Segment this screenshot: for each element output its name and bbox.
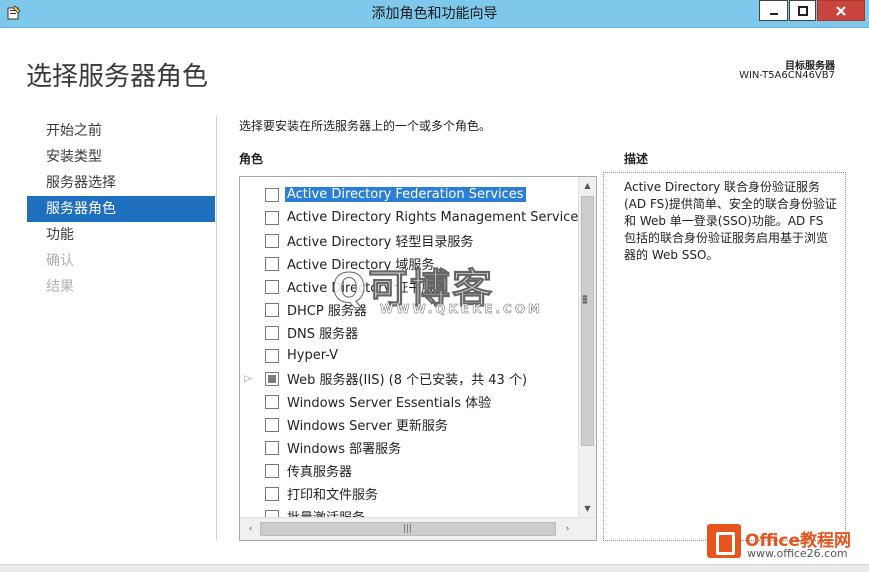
role-row[interactable]: Windows Server 更新服务	[240, 413, 578, 436]
role-checkbox[interactable]	[265, 210, 279, 225]
roles-header: 角色	[239, 152, 264, 166]
role-row[interactable]: DNS 服务器	[240, 321, 578, 344]
office-logo-icon	[707, 524, 741, 558]
role-row[interactable]: Windows Server Essentials 体验	[240, 390, 578, 413]
role-row[interactable]: Active Directory Rights Management Servi…	[240, 206, 578, 229]
role-checkbox[interactable]	[265, 509, 279, 517]
role-label[interactable]: Active Directory Federation Services	[285, 187, 526, 202]
grip-icon: ▬ ▬ ▬	[582, 293, 588, 306]
role-row[interactable]: Active Directory 轻型目录服务	[240, 229, 578, 252]
scroll-right-arrow-icon[interactable]: ›	[559, 521, 576, 538]
role-checkbox[interactable]	[265, 256, 279, 271]
description-panel: Active Directory 联合身份验证服务(AD FS)提供简单、安全的…	[603, 172, 846, 541]
role-checkbox[interactable]	[265, 279, 279, 294]
office-watermark-url: www.office26.com	[747, 547, 848, 560]
role-label[interactable]: DNS 服务器	[287, 323, 358, 342]
role-label[interactable]: Windows 部署服务	[287, 438, 401, 457]
role-checkbox[interactable]	[265, 187, 279, 202]
target-server-name: WIN-T5A6CN46VB7	[739, 70, 835, 81]
instruction-text: 选择要安装在所选服务器上的一个或多个角色。	[239, 119, 492, 133]
role-checkbox[interactable]	[265, 417, 279, 432]
role-row[interactable]: 批量激活服务	[240, 505, 578, 517]
role-label[interactable]: Active Directory 轻型目录服务	[287, 231, 473, 250]
minimize-icon	[769, 12, 778, 15]
maximize-button[interactable]	[789, 0, 816, 21]
horizontal-scroll-thumb[interactable]: |||	[260, 522, 556, 536]
description-header: 描述	[624, 152, 649, 166]
close-button[interactable]	[817, 0, 865, 21]
role-checkbox[interactable]	[265, 302, 279, 317]
role-label[interactable]: 传真服务器	[287, 461, 352, 480]
role-label[interactable]: Windows Server Essentials 体验	[287, 392, 491, 411]
wizard-nav: 开始之前 安装类型 服务器选择 服务器角色 功能 确认 结果	[27, 118, 215, 300]
vertical-scroll-thumb[interactable]	[581, 196, 594, 446]
nav-item-server-roles[interactable]: 服务器角色	[27, 196, 215, 222]
role-label[interactable]: 打印和文件服务	[287, 484, 378, 503]
role-checkbox[interactable]	[265, 371, 279, 386]
role-label[interactable]: Active Directory Rights Management Servi…	[287, 210, 578, 225]
role-checkbox[interactable]	[265, 440, 279, 455]
role-checkbox[interactable]	[265, 463, 279, 478]
role-checkbox[interactable]	[265, 394, 279, 409]
role-row[interactable]: Windows 部署服务	[240, 436, 578, 459]
nav-divider	[216, 116, 217, 540]
scroll-left-arrow-icon[interactable]: ‹	[242, 521, 259, 538]
window-bottom-edge	[0, 564, 869, 572]
vertical-scrollbar[interactable]: ▲ ▬ ▬ ▬ ▼	[578, 177, 596, 517]
role-label[interactable]: Hyper-V	[287, 348, 338, 363]
role-row[interactable]: 传真服务器	[240, 459, 578, 482]
title-bar: 添加角色和功能向导	[0, 0, 869, 28]
expand-triangle-icon[interactable]: ▷	[243, 374, 253, 384]
nav-item-results: 结果	[46, 279, 74, 295]
role-row[interactable]: ▷ Web 服务器(IIS) (8 个已安装，共 43 个)	[240, 367, 578, 390]
role-label[interactable]: Web 服务器(IIS) (8 个已安装，共 43 个)	[287, 369, 527, 388]
nav-item-server-selection[interactable]: 服务器选择	[27, 170, 215, 196]
scroll-down-arrow-icon[interactable]: ▼	[579, 500, 596, 517]
page-title: 选择服务器角色	[26, 62, 209, 92]
grip-icon: |||	[403, 524, 413, 534]
role-row[interactable]: 打印和文件服务	[240, 482, 578, 505]
role-checkbox[interactable]	[265, 348, 279, 363]
role-checkbox[interactable]	[265, 233, 279, 248]
role-label[interactable]: 批量激活服务	[287, 507, 365, 517]
role-checkbox[interactable]	[265, 486, 279, 501]
close-icon	[836, 5, 846, 16]
minimize-button[interactable]	[759, 0, 788, 21]
watermark-url: WWW.QKEKE.COM	[380, 302, 543, 317]
nav-item-before-you-begin[interactable]: 开始之前	[27, 118, 215, 144]
nav-item-installation-type[interactable]: 安装类型	[27, 144, 215, 170]
roles-list[interactable]: Active Directory Federation Services Act…	[239, 176, 597, 541]
nav-item-features[interactable]: 功能	[27, 222, 215, 248]
roles-list-items: Active Directory Federation Services Act…	[240, 177, 578, 517]
scroll-up-arrow-icon[interactable]: ▲	[579, 177, 596, 194]
office-watermark: Office教程网 www.office26.com	[707, 524, 867, 569]
horizontal-scrollbar[interactable]: ‹ ||| ›	[240, 517, 596, 540]
role-row[interactable]: Hyper-V	[240, 344, 578, 367]
role-checkbox[interactable]	[265, 325, 279, 340]
maximize-icon	[797, 5, 808, 16]
role-label[interactable]: Windows Server 更新服务	[287, 415, 448, 434]
window-title: 添加角色和功能向导	[371, 6, 498, 22]
role-row[interactable]: Active Directory Federation Services	[240, 183, 578, 206]
nav-item-confirmation: 确认	[46, 253, 74, 269]
